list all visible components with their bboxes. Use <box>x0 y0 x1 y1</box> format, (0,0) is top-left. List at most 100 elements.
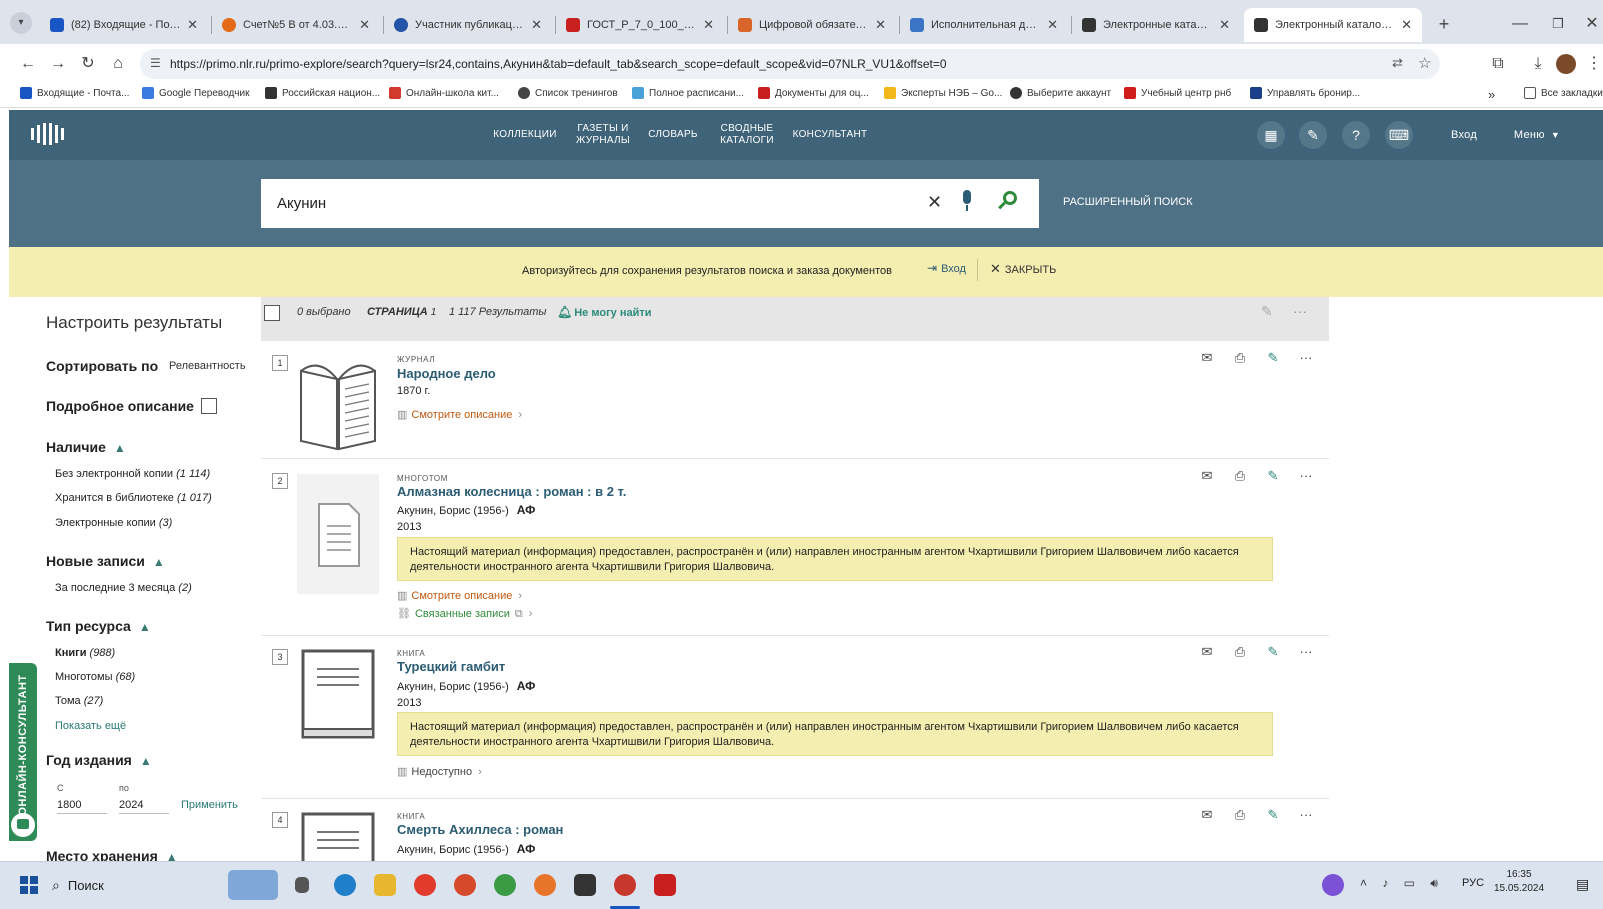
detailed-description-checkbox[interactable] <box>201 398 217 414</box>
result-author[interactable]: Акунин, Борис (1956-) АФ <box>397 503 535 517</box>
reload-icon[interactable]: ↻ <box>76 52 100 76</box>
facet-item[interactable]: Хранится в библиотеке (1 017) <box>55 492 212 504</box>
restore-icon[interactable]: ❐ <box>1546 12 1570 36</box>
more-actions-icon[interactable]: ··· <box>1298 350 1314 366</box>
clear-search-icon[interactable]: ✕ <box>927 192 942 213</box>
language-indicator[interactable]: РУС <box>1462 877 1484 889</box>
assistant-icon[interactable] <box>1322 874 1344 896</box>
bookmark-library[interactable]: Российская национ... <box>265 87 380 99</box>
result-item[interactable]: 2 МНОГОТОМ Алмазная колесница : роман : … <box>261 460 1329 636</box>
view-description-link[interactable]: ▥ Смотрите описание › <box>397 408 522 421</box>
search-input[interactable]: Акунин ✕ <box>261 179 1039 228</box>
close-tab-icon[interactable]: ✕ <box>1219 17 1230 33</box>
firefox-icon[interactable] <box>534 874 556 896</box>
print-icon[interactable]: ⎙ <box>1232 468 1248 484</box>
pin-icon[interactable]: ✎ <box>1265 468 1281 484</box>
profile-avatar[interactable] <box>1556 54 1576 74</box>
nav-collections[interactable]: КОЛЛЕКЦИИ <box>490 110 560 160</box>
translate-icon[interactable]: ⇄ <box>1392 55 1403 71</box>
result-author[interactable]: Акунин, Борис (1956-) АФ <box>397 842 535 856</box>
more-actions-icon[interactable]: ··· <box>1293 303 1307 319</box>
bookmark-schedule[interactable]: Полное расписани... <box>632 87 744 99</box>
bookmark-documents[interactable]: Документы для оц... <box>758 87 869 99</box>
advanced-search-link[interactable]: РАСШИРЕННЫЙ ПОИСК <box>1063 196 1193 208</box>
chrome-icon[interactable] <box>494 874 516 896</box>
email-icon[interactable]: ✉ <box>1199 350 1215 366</box>
vivaldi-icon[interactable] <box>454 874 476 896</box>
acrobat-icon[interactable] <box>654 874 676 896</box>
facet-item[interactable]: Многотомы (68) <box>55 671 135 683</box>
more-actions-icon[interactable]: ··· <box>1298 644 1314 660</box>
select-all-checkbox[interactable] <box>264 305 280 321</box>
site-settings-icon[interactable]: ☰ <box>150 56 161 70</box>
result-item[interactable]: 1 ЖУРНАЛ Народное дело 1870 г. ▥ Смотрите… <box>261 341 1329 459</box>
facet-item[interactable]: Тома (27) <box>55 695 103 707</box>
facet-item[interactable]: Электронные копии (3) <box>55 517 172 529</box>
result-title[interactable]: Народное дело <box>397 366 496 381</box>
facet-item[interactable]: За последние 3 месяца (2) <box>55 582 192 594</box>
email-icon[interactable]: ✉ <box>1199 644 1215 660</box>
keyboard-icon[interactable]: ⌨ <box>1385 121 1413 149</box>
unavailable-link[interactable]: ▥ Недоступно › <box>397 765 482 778</box>
email-icon[interactable]: ✉ <box>1199 468 1215 484</box>
help-icon[interactable]: ? <box>1342 121 1370 149</box>
notifications-icon[interactable]: ▤ <box>1576 876 1589 893</box>
notice-close-button[interactable]: ✕ ЗАКРЫТЬ <box>990 261 1056 277</box>
online-consultant-tab[interactable]: ОНЛАЙН-КОНСУЛЬТАНТ <box>9 663 37 841</box>
show-more-link[interactable]: Показать ещё <box>55 720 126 732</box>
result-title[interactable]: Турецкий гамбит <box>397 659 505 674</box>
view-description-link[interactable]: ▥ Смотрите описание › <box>397 589 522 602</box>
pin-icon[interactable]: ✎ <box>1265 807 1281 823</box>
result-title[interactable]: Алмазная колесница : роман : в 2 т. <box>397 484 626 499</box>
close-tab-icon[interactable]: ✕ <box>359 17 370 33</box>
edge-icon[interactable] <box>334 874 356 896</box>
cant-find-button[interactable]: 🔔︎ Не могу найти <box>557 305 652 319</box>
pin-icon[interactable]: ✎ <box>1261 303 1273 320</box>
result-item[interactable]: 3 КНИГА Турецкий гамбит Акунин, Борис (1… <box>261 637 1329 799</box>
clock[interactable]: 16:35 15.05.2024 <box>1494 868 1544 896</box>
close-window-icon[interactable]: ✕ <box>1580 12 1603 36</box>
print-icon[interactable]: ⎙ <box>1232 807 1248 823</box>
pin-icon[interactable]: ✎ <box>1265 644 1281 660</box>
facet-year-header[interactable]: Год издания ▲ <box>46 752 152 768</box>
facet-item[interactable]: Книги (988) <box>55 647 115 659</box>
browser-tab-invoice[interactable]: Счет№5 В от 4.03.2024_О ✕ <box>212 10 380 40</box>
windows-start-icon[interactable] <box>20 876 38 894</box>
star-icon[interactable]: ☆ <box>1418 54 1431 72</box>
bookmark-school[interactable]: Онлайн-школа кит... <box>389 87 499 99</box>
close-tab-icon[interactable]: ✕ <box>1401 17 1412 33</box>
email-icon[interactable]: ✉ <box>1199 807 1215 823</box>
tab-list-icon[interactable]: ▾ <box>10 12 32 34</box>
yandex-icon[interactable] <box>414 874 436 896</box>
more-actions-icon[interactable]: ··· <box>1298 468 1314 484</box>
facet-resource-type-header[interactable]: Тип ресурса ▲ <box>46 618 151 634</box>
browser-tab-gost[interactable]: ГОСТ_Р_7_0_100_2018_12 ✕ <box>556 10 724 40</box>
new-tab-icon[interactable]: + <box>1432 12 1456 36</box>
browser-tab-digital[interactable]: Цифровой обязательны ✕ <box>728 10 896 40</box>
print-icon[interactable]: ⎙ <box>1232 644 1248 660</box>
result-title[interactable]: Смерть Ахиллеса : роман <box>397 822 563 837</box>
year-to-input[interactable]: 2024 <box>119 799 169 814</box>
home-icon[interactable]: ⌂ <box>106 52 130 76</box>
notice-login-button[interactable]: ⇥ Вход <box>927 261 966 275</box>
facet-item[interactable]: Без электронной копии (1 114) <box>55 468 210 480</box>
sort-select[interactable]: Релевантность <box>169 360 246 372</box>
browser-tab-mail[interactable]: (82) Входящие - Почта M ✕ <box>40 10 208 40</box>
pin-icon[interactable]: ✎ <box>1265 350 1281 366</box>
result-author[interactable]: Акунин, Борис (1956-) АФ <box>397 679 535 693</box>
extensions-icon[interactable]: ⧉ <box>1486 52 1510 76</box>
widgets-icon[interactable] <box>228 870 278 900</box>
bookmark-training-center[interactable]: Учебный центр рнб <box>1124 87 1231 99</box>
browser-tab-directorate[interactable]: Исполнительная дирекц ✕ <box>900 10 1068 40</box>
bookmark-translate[interactable]: Google Переводчик <box>142 87 249 99</box>
tray-icons[interactable]: ˄ ♪ ▭ 🔊︎ <box>1360 876 1444 891</box>
back-icon[interactable]: ← <box>16 52 40 76</box>
year-from-input[interactable]: 1800 <box>57 799 107 814</box>
all-bookmarks[interactable]: Все закладки <box>1524 87 1603 99</box>
facet-availability-header[interactable]: Наличие ▲ <box>46 439 126 455</box>
bookmark-trainings[interactable]: Список тренингов <box>518 87 618 99</box>
browser-tab-catalog-active[interactable]: Электронный каталог Р ✕ <box>1244 8 1422 42</box>
related-records-link[interactable]: ⛓ Связанные записи ⧉ › <box>397 607 532 621</box>
nav-consultant[interactable]: КОНСУЛЬТАНТ <box>791 110 869 160</box>
close-tab-icon[interactable]: ✕ <box>531 17 542 33</box>
